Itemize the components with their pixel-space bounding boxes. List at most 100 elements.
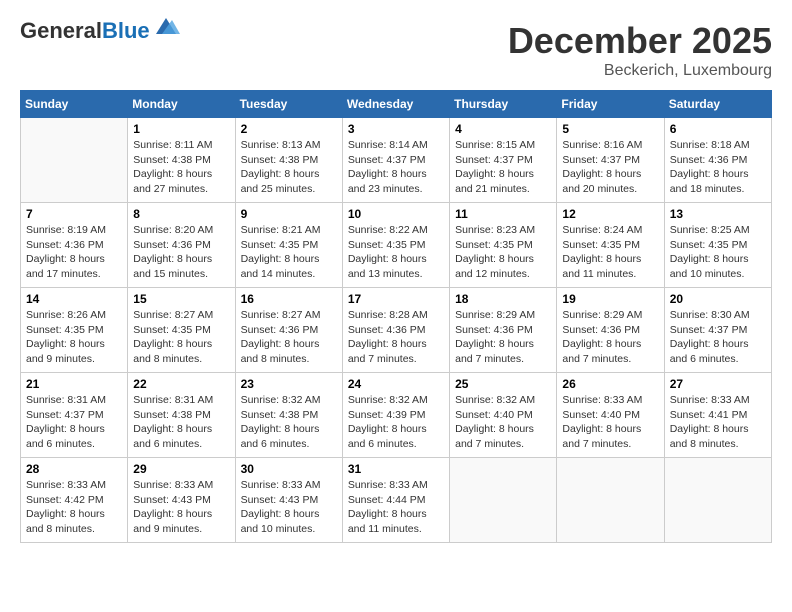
calendar-cell: 22Sunrise: 8:31 AMSunset: 4:38 PMDayligh… bbox=[128, 373, 235, 458]
day-info: Sunrise: 8:26 AMSunset: 4:35 PMDaylight:… bbox=[26, 308, 122, 367]
day-info: Sunrise: 8:30 AMSunset: 4:37 PMDaylight:… bbox=[670, 308, 766, 367]
day-number: 12 bbox=[562, 207, 658, 221]
day-info: Sunrise: 8:33 AMSunset: 4:43 PMDaylight:… bbox=[241, 478, 337, 537]
day-number: 18 bbox=[455, 292, 551, 306]
day-info: Sunrise: 8:14 AMSunset: 4:37 PMDaylight:… bbox=[348, 138, 444, 197]
day-info: Sunrise: 8:32 AMSunset: 4:38 PMDaylight:… bbox=[241, 393, 337, 452]
week-row-1: 1Sunrise: 8:11 AMSunset: 4:38 PMDaylight… bbox=[21, 118, 772, 203]
calendar-cell: 4 Sunrise: 8:15 AMSunset: 4:37 PMDaylight… bbox=[450, 118, 557, 203]
day-info: Sunrise: 8:29 AMSunset: 4:36 PMDaylight:… bbox=[562, 308, 658, 367]
column-header-sunday: Sunday bbox=[21, 91, 128, 118]
day-number: 5 bbox=[562, 122, 658, 136]
day-number: 15 bbox=[133, 292, 229, 306]
column-header-monday: Monday bbox=[128, 91, 235, 118]
day-info: Sunrise: 8:21 AMSunset: 4:35 PMDaylight:… bbox=[241, 223, 337, 282]
calendar-cell: 19 Sunrise: 8:29 AMSunset: 4:36 PMDayligh… bbox=[557, 288, 664, 373]
calendar-cell bbox=[21, 118, 128, 203]
location-subtitle: Beckerich, Luxembourg bbox=[508, 62, 772, 80]
day-info: Sunrise: 8:31 AMSunset: 4:38 PMDaylight:… bbox=[133, 393, 229, 452]
day-number: 21 bbox=[26, 377, 122, 391]
day-info: Sunrise: 8:13 AMSunset: 4:38 PMDaylight:… bbox=[241, 138, 337, 197]
day-number: 16 bbox=[241, 292, 337, 306]
day-number: 30 bbox=[241, 462, 337, 476]
day-info: Sunrise: 8:19 AMSunset: 4:36 PMDaylight:… bbox=[26, 223, 122, 282]
calendar-cell: 11Sunrise: 8:23 AMSunset: 4:35 PMDayligh… bbox=[450, 203, 557, 288]
day-info: Sunrise: 8:27 AMSunset: 4:36 PMDaylight:… bbox=[241, 308, 337, 367]
calendar-cell: 6 Sunrise: 8:18 AMSunset: 4:36 PMDaylight… bbox=[664, 118, 771, 203]
day-number: 17 bbox=[348, 292, 444, 306]
day-number: 24 bbox=[348, 377, 444, 391]
calendar-cell: 14 Sunrise: 8:26 AMSunset: 4:35 PMDayligh… bbox=[21, 288, 128, 373]
day-number: 26 bbox=[562, 377, 658, 391]
day-number: 8 bbox=[133, 207, 229, 221]
day-number: 20 bbox=[670, 292, 766, 306]
column-header-wednesday: Wednesday bbox=[342, 91, 449, 118]
calendar-cell: 16 Sunrise: 8:27 AMSunset: 4:36 PMDayligh… bbox=[235, 288, 342, 373]
calendar-cell: 30 Sunrise: 8:33 AMSunset: 4:43 PMDayligh… bbox=[235, 458, 342, 543]
calendar-cell: 26 Sunrise: 8:33 AMSunset: 4:40 PMDayligh… bbox=[557, 373, 664, 458]
day-number: 19 bbox=[562, 292, 658, 306]
day-number: 10 bbox=[348, 207, 444, 221]
day-info: Sunrise: 8:28 AMSunset: 4:36 PMDaylight:… bbox=[348, 308, 444, 367]
day-info: Sunrise: 8:33 AMSunset: 4:42 PMDaylight:… bbox=[26, 478, 122, 537]
logo: GeneralBlue bbox=[20, 20, 180, 42]
week-row-3: 14 Sunrise: 8:26 AMSunset: 4:35 PMDayligh… bbox=[21, 288, 772, 373]
day-info: Sunrise: 8:33 AMSunset: 4:44 PMDaylight:… bbox=[348, 478, 444, 537]
month-title: December 2025 bbox=[508, 20, 772, 62]
calendar-cell: 27 Sunrise: 8:33 AMSunset: 4:41 PMDayligh… bbox=[664, 373, 771, 458]
day-info: Sunrise: 8:32 AMSunset: 4:39 PMDaylight:… bbox=[348, 393, 444, 452]
day-number: 31 bbox=[348, 462, 444, 476]
column-header-friday: Friday bbox=[557, 91, 664, 118]
day-number: 29 bbox=[133, 462, 229, 476]
calendar-cell: 29 Sunrise: 8:33 AMSunset: 4:43 PMDayligh… bbox=[128, 458, 235, 543]
calendar-cell: 25 Sunrise: 8:32 AMSunset: 4:40 PMDayligh… bbox=[450, 373, 557, 458]
day-info: Sunrise: 8:32 AMSunset: 4:40 PMDaylight:… bbox=[455, 393, 551, 452]
day-number: 27 bbox=[670, 377, 766, 391]
calendar-cell: 3 Sunrise: 8:14 AMSunset: 4:37 PMDaylight… bbox=[342, 118, 449, 203]
day-number: 14 bbox=[26, 292, 122, 306]
day-info: Sunrise: 8:24 AMSunset: 4:35 PMDaylight:… bbox=[562, 223, 658, 282]
day-number: 25 bbox=[455, 377, 551, 391]
day-info: Sunrise: 8:33 AMSunset: 4:41 PMDaylight:… bbox=[670, 393, 766, 452]
day-number: 3 bbox=[348, 122, 444, 136]
day-number: 6 bbox=[670, 122, 766, 136]
day-info: Sunrise: 8:27 AMSunset: 4:35 PMDaylight:… bbox=[133, 308, 229, 367]
day-number: 7 bbox=[26, 207, 122, 221]
day-number: 13 bbox=[670, 207, 766, 221]
day-info: Sunrise: 8:33 AMSunset: 4:43 PMDaylight:… bbox=[133, 478, 229, 537]
title-block: December 2025 Beckerich, Luxembourg bbox=[508, 20, 772, 80]
calendar-cell: 17 Sunrise: 8:28 AMSunset: 4:36 PMDayligh… bbox=[342, 288, 449, 373]
calendar-cell bbox=[557, 458, 664, 543]
calendar-cell: 24 Sunrise: 8:32 AMSunset: 4:39 PMDayligh… bbox=[342, 373, 449, 458]
calendar-cell: 9 Sunrise: 8:21 AMSunset: 4:35 PMDaylight… bbox=[235, 203, 342, 288]
week-row-2: 7 Sunrise: 8:19 AMSunset: 4:36 PMDaylight… bbox=[21, 203, 772, 288]
calendar-cell: 2Sunrise: 8:13 AMSunset: 4:38 PMDaylight… bbox=[235, 118, 342, 203]
logo-icon bbox=[152, 16, 180, 38]
day-info: Sunrise: 8:25 AMSunset: 4:35 PMDaylight:… bbox=[670, 223, 766, 282]
calendar-cell: 7 Sunrise: 8:19 AMSunset: 4:36 PMDaylight… bbox=[21, 203, 128, 288]
day-number: 23 bbox=[241, 377, 337, 391]
week-row-4: 21Sunrise: 8:31 AMSunset: 4:37 PMDayligh… bbox=[21, 373, 772, 458]
calendar-header-row: SundayMondayTuesdayWednesdayThursdayFrid… bbox=[21, 91, 772, 118]
calendar-cell bbox=[664, 458, 771, 543]
day-info: Sunrise: 8:15 AMSunset: 4:37 PMDaylight:… bbox=[455, 138, 551, 197]
calendar-cell: 1Sunrise: 8:11 AMSunset: 4:38 PMDaylight… bbox=[128, 118, 235, 203]
day-number: 9 bbox=[241, 207, 337, 221]
calendar-cell bbox=[450, 458, 557, 543]
week-row-5: 28Sunrise: 8:33 AMSunset: 4:42 PMDayligh… bbox=[21, 458, 772, 543]
column-header-thursday: Thursday bbox=[450, 91, 557, 118]
day-info: Sunrise: 8:16 AMSunset: 4:37 PMDaylight:… bbox=[562, 138, 658, 197]
calendar-cell: 31 Sunrise: 8:33 AMSunset: 4:44 PMDayligh… bbox=[342, 458, 449, 543]
day-number: 4 bbox=[455, 122, 551, 136]
calendar-cell: 12 Sunrise: 8:24 AMSunset: 4:35 PMDayligh… bbox=[557, 203, 664, 288]
calendar-cell: 23 Sunrise: 8:32 AMSunset: 4:38 PMDayligh… bbox=[235, 373, 342, 458]
day-number: 11 bbox=[455, 207, 551, 221]
day-number: 1 bbox=[133, 122, 229, 136]
day-info: Sunrise: 8:33 AMSunset: 4:40 PMDaylight:… bbox=[562, 393, 658, 452]
day-info: Sunrise: 8:18 AMSunset: 4:36 PMDaylight:… bbox=[670, 138, 766, 197]
day-info: Sunrise: 8:20 AMSunset: 4:36 PMDaylight:… bbox=[133, 223, 229, 282]
calendar-cell: 13 Sunrise: 8:25 AMSunset: 4:35 PMDayligh… bbox=[664, 203, 771, 288]
column-header-tuesday: Tuesday bbox=[235, 91, 342, 118]
calendar-cell: 5 Sunrise: 8:16 AMSunset: 4:37 PMDaylight… bbox=[557, 118, 664, 203]
page-header: GeneralBlue December 2025 Beckerich, Lux… bbox=[20, 20, 772, 80]
